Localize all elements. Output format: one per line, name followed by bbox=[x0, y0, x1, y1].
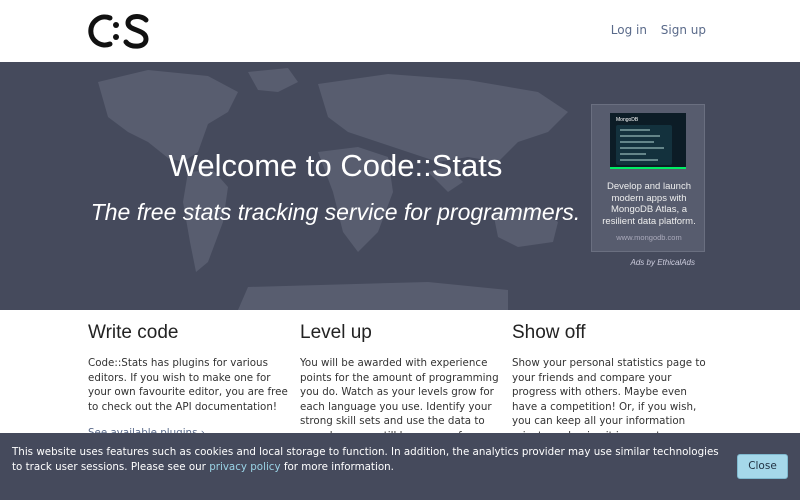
ad-text[interactable]: Develop and launch modern apps with Mong… bbox=[598, 181, 700, 227]
code-snippet-graphic bbox=[616, 125, 672, 165]
feature-body: Code::Stats has plugins for various edit… bbox=[88, 357, 288, 413]
cookie-notice-text: This website uses features such as cooki… bbox=[12, 446, 719, 473]
login-link[interactable]: Log in bbox=[611, 23, 647, 37]
feature-body: Show your personal statistics page to yo… bbox=[512, 357, 706, 442]
cookie-banner: This website uses features such as cooki… bbox=[0, 433, 800, 500]
close-button[interactable]: Close bbox=[737, 454, 788, 479]
feature-title: Write code bbox=[88, 322, 179, 343]
codestats-logo[interactable] bbox=[88, 10, 152, 52]
feature-write-code: Write code Code::Stats has plugins for v… bbox=[88, 322, 288, 439]
ad-card[interactable]: MongoDB Develop and launch modern apps w… bbox=[591, 104, 705, 252]
top-nav: Log in Sign up bbox=[601, 23, 706, 37]
mongodb-logo: MongoDB bbox=[616, 117, 639, 123]
hero-title: Welcome to Code::Stats bbox=[168, 148, 503, 183]
signup-link[interactable]: Sign up bbox=[661, 23, 706, 37]
feature-title: Level up bbox=[300, 322, 372, 343]
ad-image[interactable]: MongoDB bbox=[610, 113, 686, 169]
world-map-graphic bbox=[98, 68, 568, 310]
site-header: Log in Sign up bbox=[0, 0, 800, 62]
ethicalads-credit[interactable]: Ads by EthicalAds bbox=[591, 258, 695, 267]
ad-url[interactable]: www.mongodb.com bbox=[592, 233, 706, 242]
privacy-policy-link[interactable]: privacy policy bbox=[209, 461, 280, 473]
feature-title: Show off bbox=[512, 322, 586, 343]
hero-banner: Welcome to Code::Stats The free stats tr… bbox=[0, 62, 800, 310]
feature-show-off: Show off Show your personal statistics p… bbox=[512, 322, 712, 443]
hero-subtitle: The free stats tracking service for prog… bbox=[90, 199, 581, 225]
